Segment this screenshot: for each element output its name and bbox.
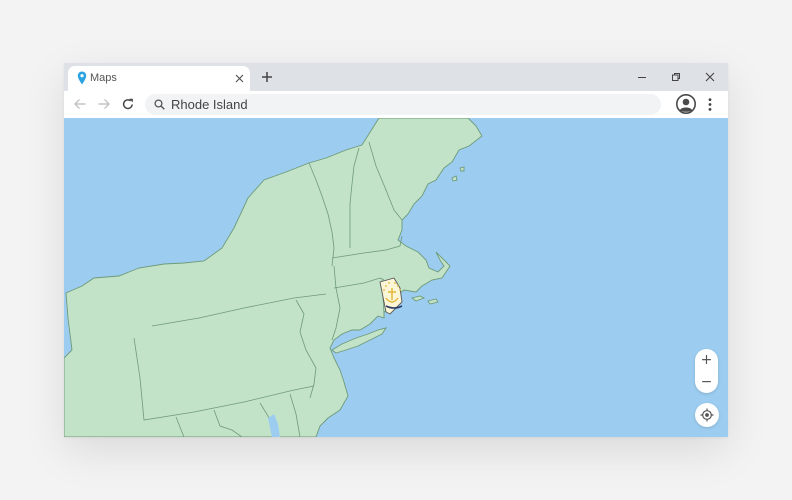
tab-maps[interactable]: Maps <box>68 66 250 91</box>
close-tab-icon[interactable] <box>235 74 244 83</box>
zoom-control: + − <box>695 349 718 393</box>
menu-kebab-icon[interactable] <box>708 98 712 111</box>
close-window-icon[interactable] <box>705 72 715 82</box>
toolbar: Rhode Island <box>64 91 728 118</box>
map-pin-icon <box>77 71 87 85</box>
island-vineyard <box>410 295 426 302</box>
minimize-icon[interactable] <box>637 72 647 82</box>
back-arrow-icon[interactable] <box>73 97 87 111</box>
reload-icon[interactable] <box>121 97 135 111</box>
tab-bar: Maps <box>64 63 728 91</box>
restore-icon[interactable] <box>671 72 681 82</box>
zoom-in-button[interactable]: + <box>695 349 718 371</box>
map-view[interactable]: + − <box>64 118 728 437</box>
search-icon <box>154 99 165 110</box>
my-location-button[interactable] <box>695 403 719 427</box>
island-maine-1 <box>451 175 458 182</box>
island-nantucket <box>427 298 439 305</box>
tab-title: Maps <box>90 72 117 84</box>
crosshair-icon <box>700 408 714 422</box>
zoom-out-button[interactable]: − <box>695 371 718 393</box>
forward-arrow-icon[interactable] <box>97 97 111 111</box>
island-maine-2 <box>459 166 465 172</box>
profile-avatar-icon[interactable] <box>676 94 696 114</box>
browser-window: Maps Rhode Island + − <box>64 63 728 437</box>
address-text: Rhode Island <box>171 97 248 112</box>
land-mainland <box>64 118 483 437</box>
address-bar[interactable]: Rhode Island <box>145 94 661 115</box>
new-tab-icon[interactable] <box>261 71 273 83</box>
map-canvas[interactable] <box>64 118 728 437</box>
